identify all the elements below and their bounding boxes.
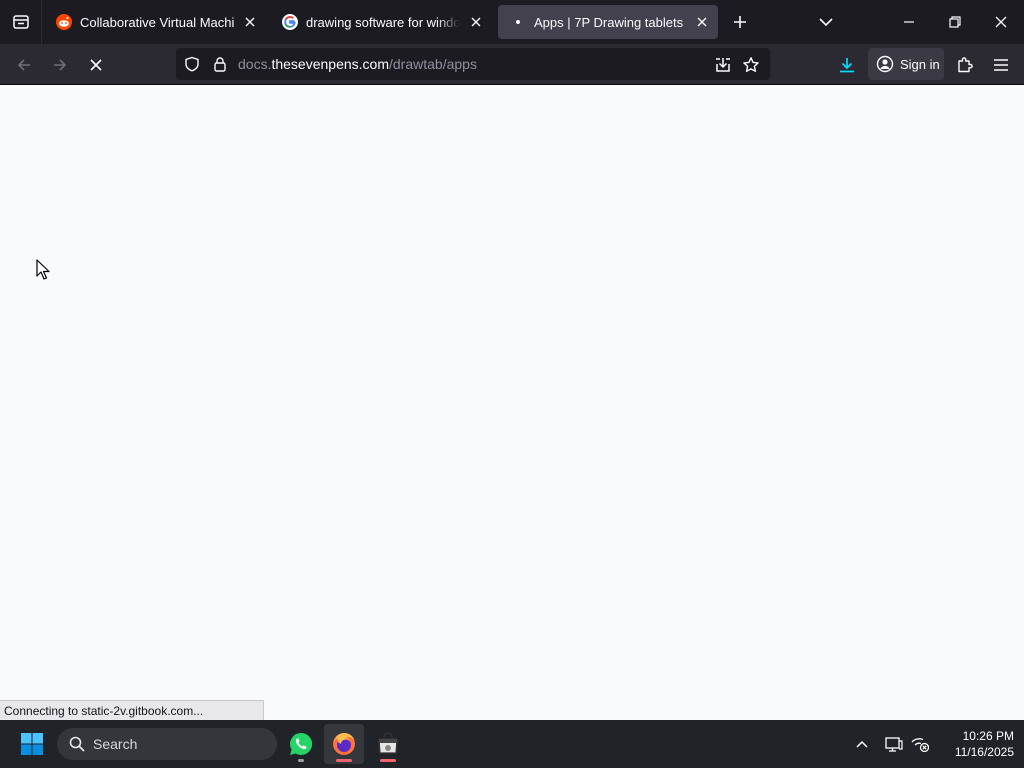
store-icon <box>378 732 398 754</box>
stop-icon <box>90 59 102 71</box>
network-disconnected-icon <box>911 738 929 752</box>
running-indicator <box>298 759 304 762</box>
url-domain: thesevenpens.com <box>271 56 389 72</box>
display-icon <box>885 737 903 752</box>
loading-dot-icon <box>516 20 520 24</box>
tracking-protection-button[interactable] <box>182 54 202 74</box>
lock-icon <box>214 57 226 72</box>
tab-google-search[interactable]: drawing software for windows free <box>270 5 492 39</box>
search-icon <box>69 736 85 752</box>
tray-display-icon-button[interactable] <box>882 732 906 756</box>
puzzle-icon <box>958 57 973 73</box>
address-bar[interactable]: docs.thesevenpens.com/drawtab/apps <box>176 48 770 80</box>
tab-strip: Collaborative Virtual Machines! drawing … <box>0 0 1024 44</box>
show-hidden-icons-button[interactable] <box>850 732 874 756</box>
whatsapp-icon <box>290 732 313 755</box>
minimize-icon <box>904 21 914 23</box>
account-icon <box>876 55 894 73</box>
close-icon <box>697 17 707 27</box>
firefox-icon <box>333 733 355 755</box>
arrow-left-icon <box>17 59 30 71</box>
tab-title: Apps | 7P Drawing tablets <box>534 14 684 30</box>
save-to-pocket-button[interactable] <box>712 54 734 76</box>
tab-7p-apps[interactable]: Apps | 7P Drawing tablets <box>498 5 718 39</box>
navigation-toolbar: docs.thesevenpens.com/drawtab/apps Sign … <box>0 44 1024 85</box>
close-icon <box>471 17 481 27</box>
taskbar-search-box[interactable]: Search <box>57 728 277 760</box>
sign-in-button[interactable]: Sign in <box>868 48 944 80</box>
tab-reddit[interactable]: Collaborative Virtual Machines! <box>44 5 266 39</box>
google-icon <box>282 14 298 30</box>
chevron-up-icon <box>856 740 868 748</box>
download-icon <box>840 58 854 73</box>
clock-date: 11/16/2025 <box>954 745 1014 759</box>
taskbar-app-store[interactable] <box>368 724 408 764</box>
new-tab-button[interactable] <box>728 10 752 34</box>
back-button[interactable] <box>10 52 38 78</box>
taskbar-app-whatsapp[interactable] <box>281 724 321 764</box>
bookmark-button[interactable] <box>740 54 762 76</box>
running-indicator <box>380 759 396 762</box>
taskbar: Search 10:26 PM 11/16/2025 <box>0 720 1024 768</box>
arrow-right-icon <box>54 59 67 71</box>
url-prefix: docs. <box>238 56 272 72</box>
firefox-view-button[interactable] <box>0 0 42 44</box>
system-clock[interactable]: 10:26 PM 11/16/2025 <box>936 728 1014 760</box>
search-placeholder: Search <box>93 736 138 752</box>
active-app-indicator <box>336 759 352 762</box>
close-icon <box>245 17 255 27</box>
url-text[interactable]: docs.thesevenpens.com/drawtab/apps <box>238 56 477 72</box>
firefox-view-icon <box>12 15 29 29</box>
forward-button[interactable] <box>46 52 74 78</box>
stop-loading-button[interactable] <box>82 52 110 78</box>
app-menu-button[interactable] <box>988 52 1014 78</box>
save-page-icon <box>716 58 730 72</box>
close-tab-button[interactable] <box>468 14 484 30</box>
window-close-button[interactable] <box>978 0 1024 44</box>
window-restore-button[interactable] <box>932 0 978 44</box>
close-tab-button[interactable] <box>242 14 258 30</box>
list-all-tabs-button[interactable] <box>814 10 838 34</box>
tab-title: drawing software for windows free <box>306 14 460 30</box>
close-icon <box>995 16 1007 28</box>
star-icon <box>743 57 759 72</box>
chevron-down-icon <box>819 18 833 27</box>
tab-title: Collaborative Virtual Machines! <box>80 14 234 30</box>
plus-icon <box>734 16 746 28</box>
window-minimize-button[interactable] <box>886 0 932 44</box>
status-bar: Connecting to static-2v.gitbook.com... <box>0 700 264 720</box>
sign-in-label: Sign in <box>900 56 940 72</box>
site-info-button[interactable] <box>210 54 230 74</box>
reddit-icon <box>56 14 72 30</box>
start-button[interactable] <box>16 728 48 760</box>
taskbar-app-firefox[interactable] <box>324 724 364 764</box>
windows-logo-icon <box>21 733 43 755</box>
mouse-pointer-icon <box>36 259 50 280</box>
url-path: /drawtab/apps <box>389 56 477 72</box>
hamburger-menu-icon <box>994 59 1008 71</box>
extensions-button[interactable] <box>952 52 978 78</box>
shield-icon <box>185 56 199 72</box>
downloads-button[interactable] <box>834 52 860 78</box>
page-content <box>0 85 1024 720</box>
clock-time: 10:26 PM <box>962 729 1014 743</box>
close-tab-button[interactable] <box>694 14 710 30</box>
tray-network-button[interactable] <box>908 732 932 756</box>
restore-icon <box>949 16 961 28</box>
